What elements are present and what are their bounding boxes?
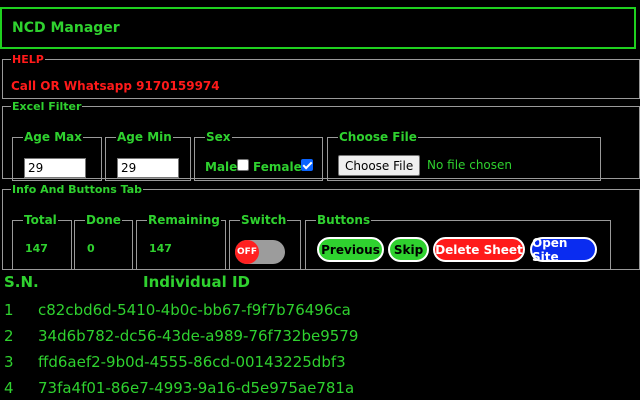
excel-filter-legend: Excel Filter <box>12 100 82 113</box>
toggle-knob: OFF <box>235 240 259 264</box>
choose-file-group: Choose File Choose File No file chosen <box>327 131 601 181</box>
remaining-label: Remaining <box>148 213 220 227</box>
file-status-text: No file chosen <box>427 158 513 172</box>
sn-column-header: S.N. <box>4 273 39 291</box>
row-individual-id: 34d6b782-dc56-43de-a989-76f732be9579 <box>38 327 359 345</box>
skip-button[interactable]: Skip <box>388 237 429 262</box>
individual-id-column-header: Individual ID <box>143 273 250 291</box>
info-buttons-section: Info And Buttons Tab Total 147 Done 0 Re… <box>2 184 640 270</box>
age-min-group: Age Min <box>105 131 191 181</box>
switch-label: Switch <box>241 213 287 227</box>
total-value: 147 <box>25 242 48 255</box>
help-contact-text: Call OR Whatsapp 9170159974 <box>11 79 220 93</box>
row-individual-id: ffd6aef2-9b0d-4555-86cd-00143225dbf3 <box>38 353 346 371</box>
previous-button[interactable]: Previous <box>317 237 384 262</box>
app-title-bar: NCD Manager <box>0 7 636 49</box>
male-label: Male <box>205 160 238 174</box>
delete-sheet-button[interactable]: Delete Sheet <box>433 237 525 262</box>
male-checkbox[interactable] <box>237 159 249 171</box>
on-off-toggle[interactable]: OFF <box>235 240 285 264</box>
remaining-group: Remaining 147 <box>136 214 226 270</box>
row-sn: 3 <box>4 353 14 371</box>
sex-group: Sex Male Female <box>194 131 323 181</box>
age-min-input[interactable] <box>117 158 179 178</box>
total-group: Total 147 <box>12 214 72 270</box>
choose-file-button[interactable]: Choose File <box>338 155 421 176</box>
switch-group: Switch OFF <box>229 214 301 270</box>
buttons-group: Buttons Previous Skip Delete Sheet Open … <box>305 214 611 270</box>
excel-filter-section: Excel Filter Age Max Age Min Sex Male Fe… <box>2 100 640 181</box>
done-value: 0 <box>87 242 95 255</box>
app-title: NCD Manager <box>12 20 120 36</box>
done-label: Done <box>86 213 121 227</box>
row-sn: 2 <box>4 327 14 345</box>
row-sn: 1 <box>4 301 14 319</box>
female-label: Female <box>253 160 302 174</box>
remaining-value: 147 <box>149 242 172 255</box>
row-sn: 4 <box>4 379 14 397</box>
age-max-group: Age Max <box>12 131 102 181</box>
choose-file-label: Choose File <box>339 130 417 144</box>
sex-label: Sex <box>206 130 231 144</box>
total-label: Total <box>24 213 57 227</box>
help-legend: HELP <box>12 53 44 66</box>
buttons-label: Buttons <box>317 213 371 227</box>
info-buttons-legend: Info And Buttons Tab <box>12 183 143 196</box>
row-individual-id: c82cbd6d-5410-4b0c-bb67-f9f7b76496ca <box>38 301 351 319</box>
age-min-label: Age Min <box>117 130 172 144</box>
help-section: HELP Call OR Whatsapp 9170159974 <box>2 54 640 99</box>
done-group: Done 0 <box>74 214 133 270</box>
open-site-button[interactable]: Open Site <box>530 236 597 264</box>
female-checkbox[interactable] <box>301 159 313 171</box>
age-max-input[interactable] <box>24 158 86 178</box>
age-max-label: Age Max <box>24 130 82 144</box>
row-individual-id: 73fa4f01-86e7-4993-9a16-d5e975ae781a <box>38 379 355 397</box>
